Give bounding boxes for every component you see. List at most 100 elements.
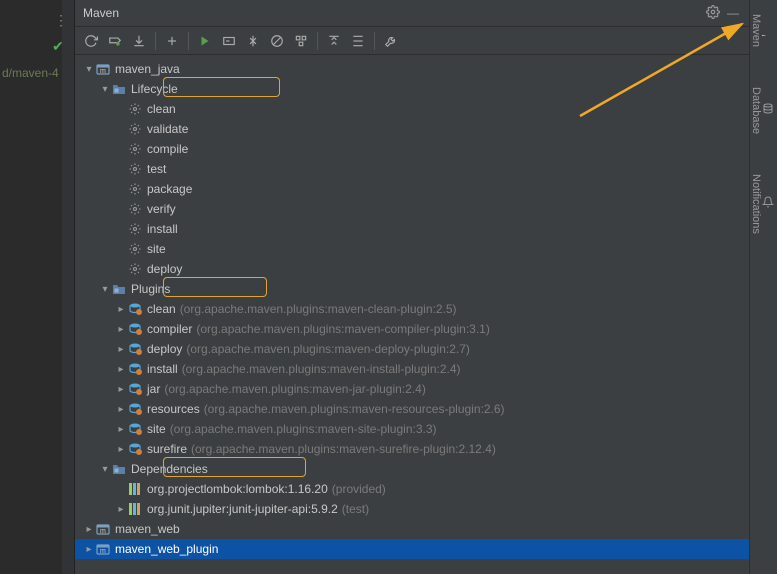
chevron-down-icon[interactable]: ▾	[99, 284, 111, 295]
node-label: install	[147, 222, 178, 236]
node-icon	[111, 81, 127, 97]
chevron-down-icon[interactable]: ▾	[99, 84, 111, 95]
maven-tree[interactable]: ▾ m maven_java ▾ Lifecycle clean validat…	[75, 55, 749, 574]
node-label: clean	[147, 302, 176, 316]
node-label: resources	[147, 402, 200, 416]
dependency-node[interactable]: org.projectlombok:lombok:1.16.20(provide…	[75, 479, 749, 499]
lifecycle-goal[interactable]: install	[75, 219, 749, 239]
node-icon	[111, 281, 127, 297]
plugin-node[interactable]: ▸ compiler(org.apache.maven.plugins:mave…	[75, 319, 749, 339]
expand-all-icon[interactable]	[346, 30, 370, 52]
project-node[interactable]: ▸ m maven_web	[75, 519, 749, 539]
plugin-node[interactable]: ▸ install (org.apache.maven.plugins:maven…	[75, 359, 749, 379]
chevron-right-icon[interactable]: ▸	[115, 424, 127, 435]
lifecycle-goal[interactable]: deploy	[75, 259, 749, 279]
node-icon	[127, 321, 143, 337]
toolbar-separator	[317, 32, 318, 50]
chevron-right-icon[interactable]: ▸	[115, 364, 127, 375]
chevron-right-icon[interactable]: ▸	[115, 504, 127, 515]
show-dependencies-icon[interactable]	[289, 30, 313, 52]
chevron-right-icon[interactable]: ▸	[115, 324, 127, 335]
chevron-right-icon[interactable]: ▸	[83, 544, 95, 555]
tab-label: Maven	[750, 14, 762, 47]
toolbar-separator	[155, 32, 156, 50]
skip-tests-icon[interactable]	[265, 30, 289, 52]
collapse-all-icon[interactable]	[322, 30, 346, 52]
node-icon	[127, 141, 143, 157]
database-icon	[762, 102, 774, 116]
chevron-right-icon[interactable]: ▸	[115, 384, 127, 395]
toggle-offline-icon[interactable]	[241, 30, 265, 52]
node-coords: (org.apache.maven.plugins:maven-install-…	[182, 362, 461, 376]
download-sources-icon[interactable]	[127, 30, 151, 52]
add-project-icon[interactable]	[160, 30, 184, 52]
plugins-node[interactable]: ▾ Plugins	[75, 279, 749, 299]
node-scope: (provided)	[332, 482, 386, 496]
node-label: install	[147, 362, 178, 376]
chevron-down-icon[interactable]: ▾	[83, 64, 95, 75]
node-label: deploy	[147, 342, 182, 356]
lifecycle-goal[interactable]: verify	[75, 199, 749, 219]
maven-m-icon: m	[762, 22, 776, 36]
lifecycle-goal[interactable]: validate	[75, 119, 749, 139]
lifecycle-goal[interactable]: package	[75, 179, 749, 199]
settings-icon[interactable]	[703, 5, 723, 22]
node-label: jar	[147, 382, 160, 396]
node-label: org.junit.jupiter:junit-jupiter-api:5.9.…	[147, 502, 338, 516]
plugin-node[interactable]: ▸ site(org.apache.maven.plugins:maven-si…	[75, 419, 749, 439]
node-label: maven_web_plugin	[115, 542, 218, 556]
lifecycle-goal[interactable]: test	[75, 159, 749, 179]
tab-notifications[interactable]: Notifications	[750, 160, 774, 234]
node-label: validate	[147, 122, 188, 136]
node-label: deploy	[147, 262, 182, 276]
svg-text:m: m	[100, 528, 106, 535]
maven-toolbar	[75, 27, 749, 55]
node-coords: (org.apache.maven.plugins:maven-compiler…	[196, 322, 489, 336]
plugin-node[interactable]: ▸ jar(org.apache.maven.plugins:maven-jar…	[75, 379, 749, 399]
run-icon[interactable]	[193, 30, 217, 52]
plugin-node[interactable]: ▸ resources(org.apache.maven.plugins:mav…	[75, 399, 749, 419]
reimport-icon[interactable]	[79, 30, 103, 52]
plugin-node[interactable]: ▸ clean (org.apache.maven.plugins:maven-c…	[75, 299, 749, 319]
lifecycle-node[interactable]: ▾ Lifecycle	[75, 79, 749, 99]
dependency-node[interactable]: ▸ org.junit.jupiter:junit-jupiter-api:5.…	[75, 499, 749, 519]
node-icon	[127, 221, 143, 237]
execute-goal-icon[interactable]	[217, 30, 241, 52]
dependencies-node[interactable]: ▾ Dependencies	[75, 459, 749, 479]
node-coords: (org.apache.maven.plugins:maven-clean-pl…	[180, 302, 457, 316]
minimize-icon[interactable]: —	[723, 6, 743, 20]
lifecycle-goal[interactable]: site	[75, 239, 749, 259]
node-label: maven_web	[115, 522, 180, 536]
node-label: clean	[147, 102, 176, 116]
node-icon	[127, 381, 143, 397]
toolbar-separator	[374, 32, 375, 50]
lifecycle-goal[interactable]: compile	[75, 139, 749, 159]
chevron-down-icon[interactable]: ▾	[99, 464, 111, 475]
maven-settings-icon[interactable]	[379, 30, 403, 52]
project-node[interactable]: ▸ m maven_web_plugin	[75, 539, 749, 559]
drag-handle-icon[interactable]: ⋮	[54, 12, 66, 29]
node-label: package	[147, 182, 192, 196]
inspection-ok-icon[interactable]: ✔	[52, 38, 64, 55]
chevron-right-icon[interactable]: ▸	[83, 524, 95, 535]
plugin-node[interactable]: ▸ surefire(org.apache.maven.plugins:mave…	[75, 439, 749, 459]
tab-maven[interactable]: m Maven	[750, 0, 776, 47]
svg-text:m: m	[100, 548, 106, 555]
node-label: Dependencies	[131, 462, 208, 476]
chevron-right-icon[interactable]: ▸	[115, 304, 127, 315]
chevron-right-icon[interactable]: ▸	[115, 344, 127, 355]
plugin-node[interactable]: ▸ deploy(org.apache.maven.plugins:maven-…	[75, 339, 749, 359]
generate-sources-icon[interactable]	[103, 30, 127, 52]
node-label: surefire	[147, 442, 187, 456]
chevron-right-icon[interactable]: ▸	[115, 404, 127, 415]
svg-text:m: m	[762, 34, 771, 36]
project-node[interactable]: ▾ m maven_java	[75, 59, 749, 79]
chevron-right-icon[interactable]: ▸	[115, 444, 127, 455]
node-label: test	[147, 162, 166, 176]
node-icon	[127, 261, 143, 277]
node-icon	[127, 441, 143, 457]
lifecycle-goal[interactable]: clean	[75, 99, 749, 119]
tab-database[interactable]: Database	[750, 73, 774, 134]
node-icon	[127, 181, 143, 197]
node-icon	[127, 161, 143, 177]
